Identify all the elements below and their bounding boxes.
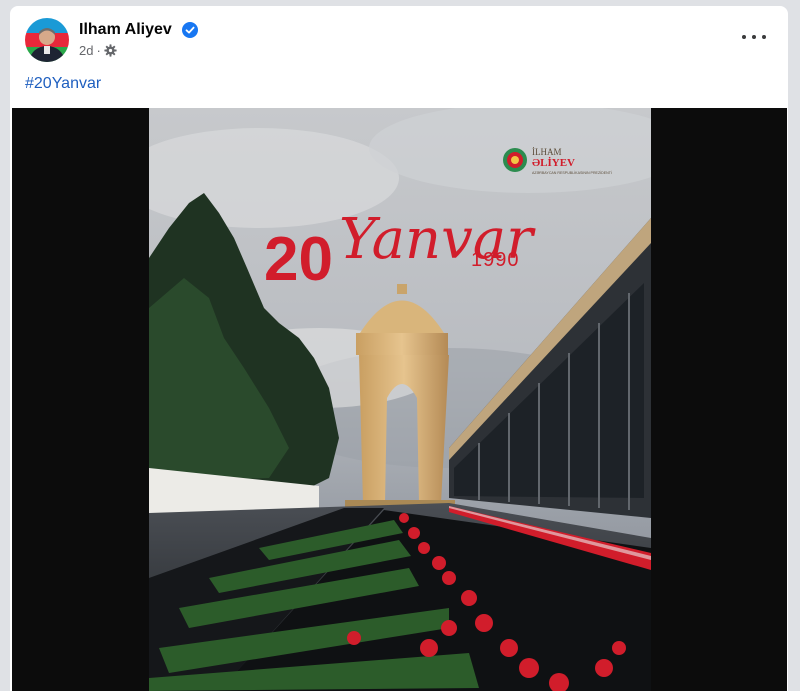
logo-name-line2: ƏLİYEV [532,157,575,169]
poster-day: 20 [264,225,333,294]
logo-caption: AZƏRBAYCAN RESPUBLİKASININ PREZİDENTİ [532,170,612,175]
hashtag-link[interactable]: #20Yanvar [25,75,101,93]
post-media[interactable]: İLHAM ƏLİYEV AZƏRBAYCAN RESPUBLİKASININ … [12,108,787,691]
poster-year: 1990 [471,249,520,271]
more-options-icon[interactable] [742,30,766,44]
post-card: Ilham Aliyev 2d · #20Yanvar İLHAM ƏLİYEV… [10,6,788,691]
post-timestamp[interactable]: 2d [79,43,93,58]
gear-icon[interactable] [104,44,117,57]
author-avatar[interactable] [25,18,69,62]
verified-badge-icon [182,22,198,38]
author-name[interactable]: Ilham Aliyev [79,21,172,39]
meta-separator: · [96,43,101,58]
post-meta: 2d · [79,43,117,58]
memorial-poster-image[interactable]: İLHAM ƏLİYEV AZƏRBAYCAN RESPUBLİKASININ … [149,108,651,691]
logo-name-line1: İLHAM [532,147,562,157]
